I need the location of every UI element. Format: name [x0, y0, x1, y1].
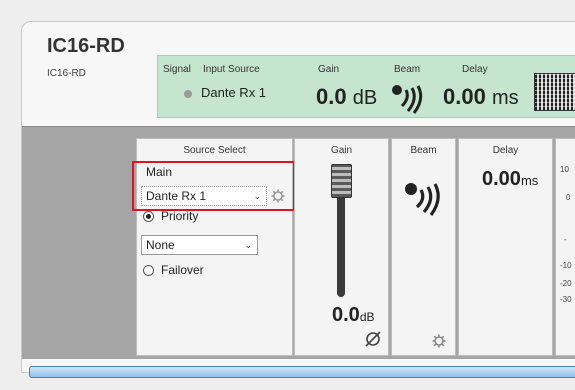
device-subtitle: IC16-RD [47, 68, 86, 79]
delay-card-title: Delay [492, 145, 519, 156]
meter-tick: -10 [560, 261, 572, 270]
beam-icon[interactable] [403, 178, 443, 216]
horizontal-scrollbar[interactable] [29, 366, 575, 378]
device-title: IC16-RD [47, 35, 125, 57]
beam-card: Beam [391, 138, 456, 356]
meter-tick: 10 [560, 165, 569, 174]
summary-delay-label: Delay [462, 64, 488, 75]
summary-beam-icon [392, 85, 423, 114]
priority-label: Priority [161, 209, 199, 223]
summary-gain-value: 0.0 dB [316, 84, 378, 109]
signal-indicator [184, 90, 192, 98]
summary-delay-value: 0.00 ms [443, 84, 519, 109]
beam-card-title: Beam [410, 145, 437, 156]
summary-gain-label: Gain [318, 64, 340, 75]
priority-radio[interactable] [143, 211, 154, 222]
priority-dropdown[interactable]: None ⌄ [141, 235, 258, 255]
meter-tick: - [564, 235, 567, 244]
meter-tick: 0 [566, 193, 571, 202]
failover-label: Failover [161, 263, 204, 277]
signal-label: Signal [163, 64, 191, 75]
gain-card-title: Gain [330, 145, 353, 156]
failover-radio[interactable] [143, 265, 154, 276]
delay-value[interactable]: 0.00ms [482, 168, 538, 191]
summary-beam-label: Beam [394, 64, 421, 75]
meter-tick: -20 [560, 279, 572, 288]
input-source-label: Input Source [203, 64, 260, 75]
source-select-title: Source Select [183, 145, 246, 156]
phase-invert-icon[interactable] [364, 330, 382, 348]
meter-tick: -30 [560, 295, 572, 304]
gain-value: 0.0dB [332, 304, 375, 326]
gain-fader-knob[interactable] [331, 164, 352, 198]
highlight-box [132, 161, 295, 211]
beam-settings-gear-icon[interactable] [432, 334, 446, 348]
chevron-down-icon: ⌄ [244, 240, 252, 250]
meter-thumbnail [534, 73, 575, 111]
priority-value: None [146, 238, 175, 252]
input-source-value: Dante Rx 1 [201, 85, 267, 100]
